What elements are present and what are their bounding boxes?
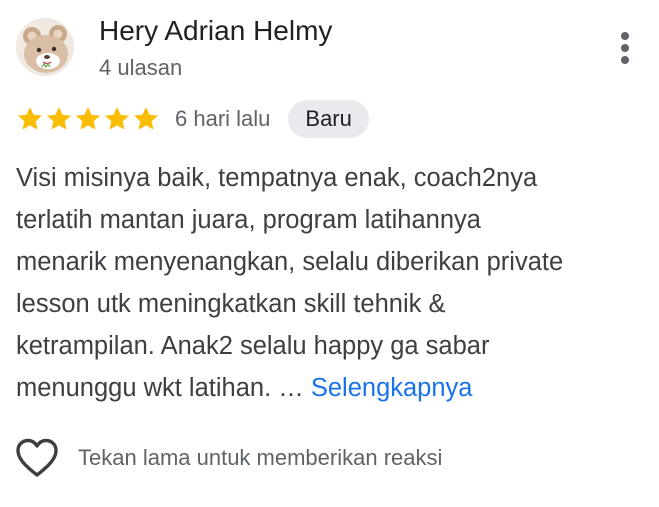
review-text-line: menarik menyenangkan, selalu diberikan p… [16,241,652,283]
star-icon [105,107,129,130]
new-badge: Baru [288,100,369,138]
reaction-hint: Tekan lama untuk memberikan reaksi [78,445,443,470]
avatar[interactable] [16,18,74,76]
read-more-link[interactable]: Selengkapnya [311,374,473,402]
star-icon [76,107,100,130]
more-vertical-icon-dot [621,32,629,40]
review-date: 6 hari lalu [175,106,271,131]
review-text-segment: terlatih mantan juara, program latihanny… [16,206,481,234]
star-icon [18,107,42,130]
reviewer-review-count: 4 ulasan [99,55,183,80]
review-text-segment: Visi misinya baik, tempatnya enak, coach… [16,164,538,192]
reviewer-name[interactable]: Hery Adrian Helmy [99,13,332,49]
review-text-segment: lesson utk meningkatkan skill tehnik & [16,290,446,318]
rating-row: 6 hari lalu Baru [16,99,369,139]
review-text[interactable]: Visi misinya baik, tempatnya enak, coach… [16,157,652,409]
star-icon [134,107,158,130]
review-text-line: Visi misinya baik, tempatnya enak, coach… [16,157,652,199]
heart-outline-icon[interactable] [14,437,60,479]
review-text-line: lesson utk meningkatkan skill tehnik & [16,283,652,325]
more-vertical-icon-dot [621,56,629,64]
reaction-row: Tekan lama untuk memberikan reaksi [14,434,442,482]
review-text-line: menunggu wkt latihan. … Selengkapnya [16,367,652,409]
star-rating [16,105,161,133]
more-vertical-icon-dot [621,44,629,52]
review-text-segment: menunggu wkt latihan. … [16,374,311,402]
bear-avatar-icon [16,18,74,76]
review-text-segment: ketrampilan. Anak2 selalu happy ga sabar [16,332,490,360]
review-text-line: ketrampilan. Anak2 selalu happy ga sabar [16,325,652,367]
review-text-segment: menarik menyenangkan, selalu diberikan p… [16,248,564,276]
star-icon [47,107,71,130]
more-options-button[interactable] [606,28,642,68]
review-text-line: terlatih mantan juara, program latihanny… [16,199,652,241]
